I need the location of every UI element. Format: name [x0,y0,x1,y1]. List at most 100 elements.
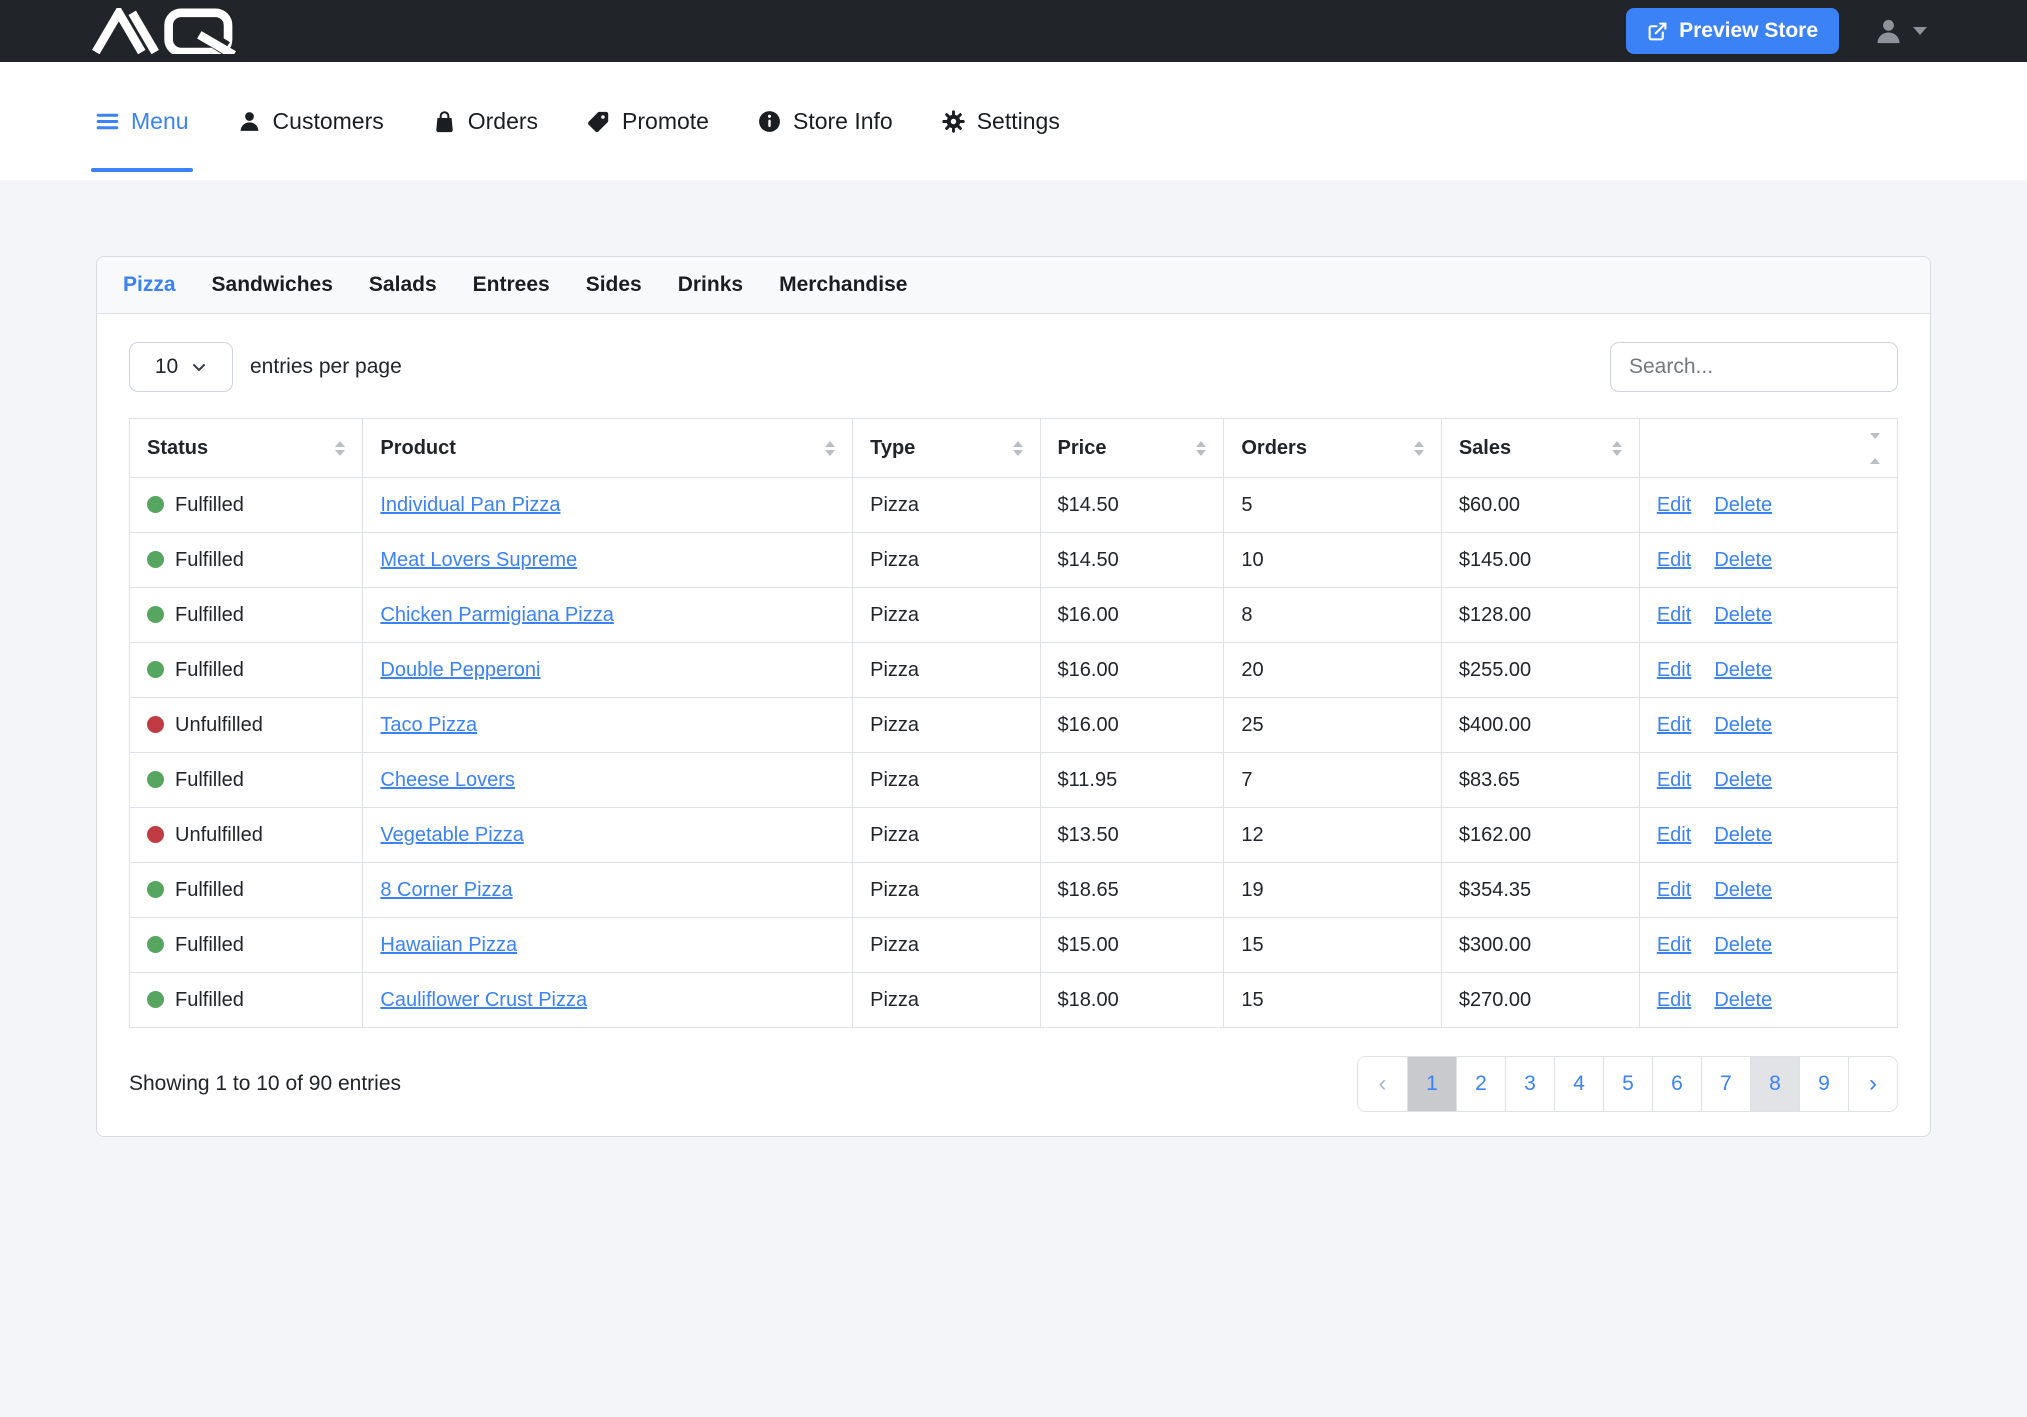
status-dot [147,716,164,733]
status-dot [147,496,164,513]
tab-sandwiches[interactable]: Sandwiches [212,273,333,297]
edit-link[interactable]: Edit [1657,714,1691,736]
pagination-page-9[interactable]: 9 [1799,1057,1848,1111]
chevron-down-icon [1913,27,1927,35]
type-cell: Pizza [853,973,1040,1028]
entries-summary: Showing 1 to 10 of 90 entries [129,1072,401,1096]
product-cell: Hawaiian Pizza [363,918,853,973]
preview-store-button[interactable]: Preview Store [1626,8,1839,54]
tab-drinks[interactable]: Drinks [678,273,743,297]
edit-link[interactable]: Edit [1657,549,1691,571]
pagination-page-5[interactable]: 5 [1603,1057,1652,1111]
pagination-page-4[interactable]: 4 [1554,1057,1603,1111]
sort-icon [1612,441,1622,456]
delete-link[interactable]: Delete [1714,934,1772,956]
column-header-status[interactable]: Status [130,419,363,478]
edit-link[interactable]: Edit [1657,769,1691,791]
edit-link[interactable]: Edit [1657,934,1691,956]
tab-pizza[interactable]: Pizza [123,273,176,297]
delete-link[interactable]: Delete [1714,714,1772,736]
delete-link[interactable]: Delete [1714,549,1772,571]
pagination-page-6[interactable]: 6 [1652,1057,1701,1111]
info-circle-icon [757,109,782,134]
edit-link[interactable]: Edit [1657,989,1691,1011]
main-nav: Menu Customers Orders Promote Store Info [0,62,2027,180]
nav-item-orders[interactable]: Orders [432,62,538,180]
delete-link[interactable]: Delete [1714,604,1772,626]
nav-item-promote[interactable]: Promote [586,62,709,180]
delete-link[interactable]: Delete [1714,989,1772,1011]
edit-link[interactable]: Edit [1657,604,1691,626]
product-link[interactable]: Taco Pizza [380,714,477,736]
status-cell: Fulfilled [130,753,363,808]
status-dot [147,826,164,843]
delete-link[interactable]: Delete [1714,769,1772,791]
delete-link[interactable]: Delete [1714,659,1772,681]
pagination-page-7[interactable]: 7 [1701,1057,1750,1111]
price-cell: $16.00 [1040,643,1224,698]
edit-link[interactable]: Edit [1657,824,1691,846]
tab-salads[interactable]: Salads [369,273,437,297]
column-header-type[interactable]: Type [853,419,1040,478]
nav-item-customers[interactable]: Customers [237,62,384,180]
pagination-next[interactable]: › [1848,1057,1897,1111]
orders-cell: 7 [1224,753,1441,808]
account-menu[interactable] [1873,16,1927,47]
edit-link[interactable]: Edit [1657,659,1691,681]
product-link[interactable]: 8 Corner Pizza [380,879,512,901]
status-label: Fulfilled [175,494,244,516]
pagination-prev[interactable]: ‹ [1358,1057,1407,1111]
column-header-product[interactable]: Product [363,419,853,478]
table-row: Fulfilled Chicken Parmigiana Pizza Pizza… [130,588,1898,643]
column-header-sales[interactable]: Sales [1441,419,1639,478]
type-cell: Pizza [853,698,1040,753]
product-link[interactable]: Chicken Parmigiana Pizza [380,604,613,626]
table-row: Fulfilled 8 Corner Pizza Pizza $18.65 19… [130,863,1898,918]
sort-icon [1196,441,1206,456]
nav-item-settings[interactable]: Settings [941,62,1060,180]
edit-link[interactable]: Edit [1657,879,1691,901]
delete-link[interactable]: Delete [1714,824,1772,846]
brand-logo[interactable] [90,8,253,54]
page-size-select[interactable]: 10 [129,342,233,392]
tab-sides[interactable]: Sides [586,273,642,297]
product-link[interactable]: Cheese Lovers [380,769,515,791]
status-cell: Unfulfilled [130,808,363,863]
edit-link[interactable]: Edit [1657,494,1691,516]
table-controls: 10 entries per page [129,342,1898,392]
column-header-actions[interactable] [1639,419,1897,478]
product-link[interactable]: Meat Lovers Supreme [380,549,577,571]
sales-cell: $83.65 [1441,753,1639,808]
category-tabs: Pizza Sandwiches Salads Entrees Sides Dr… [97,257,1930,314]
type-cell: Pizza [853,863,1040,918]
nav-item-store-info[interactable]: Store Info [757,62,893,180]
price-cell: $15.00 [1040,918,1224,973]
product-cell: Taco Pizza [363,698,853,753]
pagination-page-8[interactable]: 8 [1750,1057,1799,1111]
column-header-price[interactable]: Price [1040,419,1224,478]
delete-link[interactable]: Delete [1714,494,1772,516]
tab-merchandise[interactable]: Merchandise [779,273,907,297]
product-link[interactable]: Hawaiian Pizza [380,934,517,956]
search-input[interactable] [1610,342,1898,392]
person-icon [237,109,262,134]
status-dot [147,606,164,623]
delete-link[interactable]: Delete [1714,879,1772,901]
page-size-value: 10 [155,355,178,379]
pagination-page-3[interactable]: 3 [1505,1057,1554,1111]
nav-item-menu[interactable]: Menu [95,62,189,180]
pagination-page-1[interactable]: 1 [1407,1057,1456,1111]
tab-entrees[interactable]: Entrees [473,273,550,297]
pagination-page-2[interactable]: 2 [1456,1057,1505,1111]
orders-cell: 20 [1224,643,1441,698]
product-link[interactable]: Cauliflower Crust Pizza [380,989,587,1011]
product-cell: Meat Lovers Supreme [363,533,853,588]
product-link[interactable]: Individual Pan Pizza [380,494,560,516]
product-link[interactable]: Double Pepperoni [380,659,540,681]
nav-label: Promote [622,108,709,135]
actions-cell: Edit Delete [1639,533,1897,588]
actions-cell: Edit Delete [1639,808,1897,863]
price-cell: $14.50 [1040,533,1224,588]
column-header-orders[interactable]: Orders [1224,419,1441,478]
product-link[interactable]: Vegetable Pizza [380,824,523,846]
